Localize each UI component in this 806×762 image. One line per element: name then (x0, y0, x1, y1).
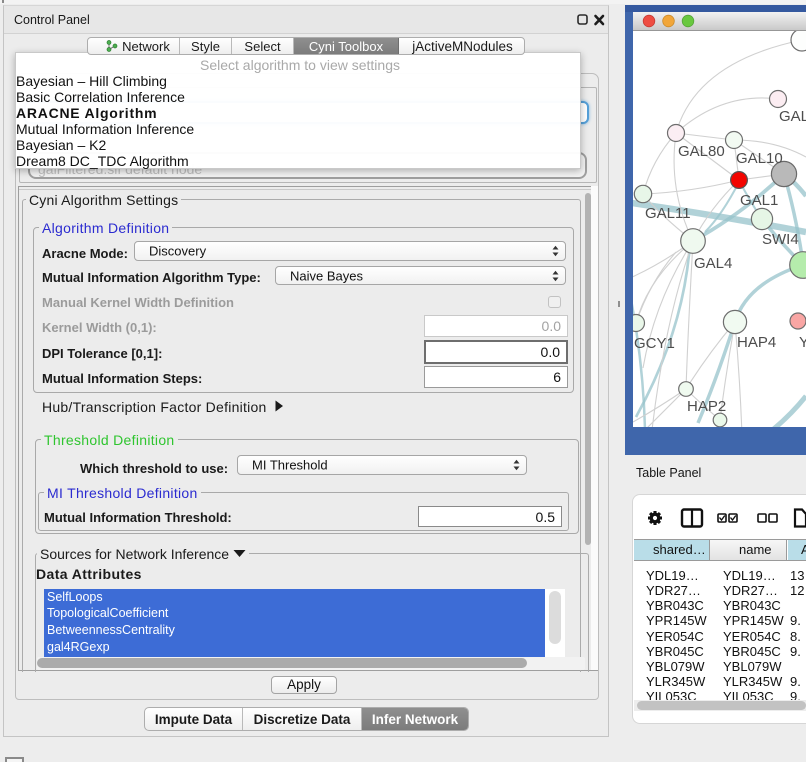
svg-text:Y: Y (799, 334, 806, 351)
svg-text:GAL: GAL (779, 108, 806, 125)
svg-text:GCY1: GCY1 (634, 335, 675, 352)
svg-text:GAL80: GAL80 (678, 143, 725, 160)
svg-text:GAL1: GAL1 (740, 192, 778, 209)
svg-text:HAP2: HAP2 (687, 398, 726, 415)
svg-text:HAP4: HAP4 (737, 334, 776, 351)
svg-text:GAL4: GAL4 (694, 255, 732, 272)
svg-text:GAL11: GAL11 (645, 205, 691, 222)
svg-text:GAL10: GAL10 (736, 150, 783, 167)
svg-text:SWI4: SWI4 (762, 231, 799, 248)
